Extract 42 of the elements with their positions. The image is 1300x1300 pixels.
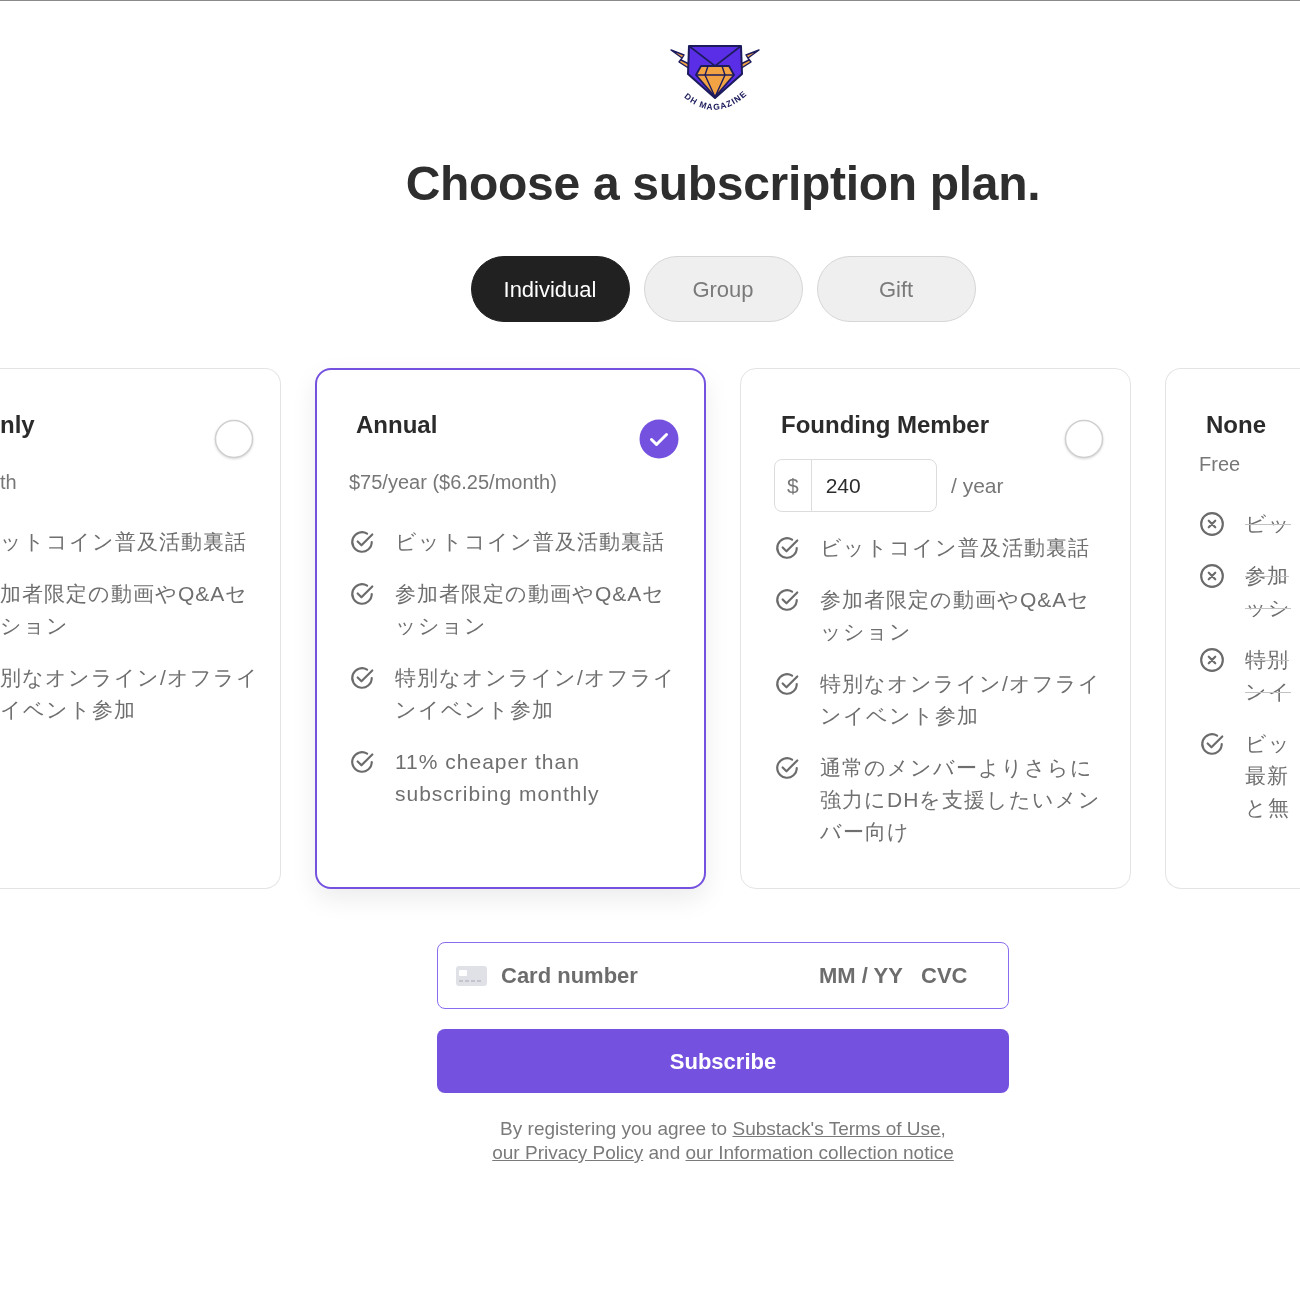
plan-type-tab[interactable]: Gift (816, 256, 976, 322)
subscribe-button[interactable]: Subscribe (437, 1029, 1009, 1093)
plan-price: $75/year ($6.25/month) (349, 470, 558, 495)
card-number-input[interactable]: Card number (501, 958, 805, 993)
plan-title: Annual (356, 410, 438, 440)
feature-text: 特別なオンライン/オフラインイベント参加 (395, 665, 677, 723)
price-period: / year (951, 472, 1004, 499)
legal-link[interactable]: Substack's Terms of Use (732, 1118, 941, 1139)
plan-radio[interactable] (1064, 419, 1104, 459)
legal-notice: By registering you agree to Substack's Terms of Use, our Privacy Policy and our Information collection notice (491, 1117, 955, 1165)
plan-card[interactable]: nly th ットコイン普及活動裏話 加者限定の動画やQ&Aセ ション 別なオンライン/オフライ イベント参加 (0, 368, 281, 889)
plan-price: Free (1199, 452, 1242, 477)
page-heading: Choose a subscription plan. (405, 156, 1041, 212)
cvc-input[interactable]: CVC (921, 958, 990, 993)
feature-text: 特別なオンライン/オフラインイベント参加 (820, 671, 1102, 729)
credit-card-icon (456, 965, 487, 986)
plan-type-tab[interactable]: Individual (470, 256, 630, 322)
feature-text: 参加者限定の動画やQ&Aセッション (820, 587, 1092, 645)
legal-link[interactable]: our Information collection notice (685, 1142, 954, 1163)
plan-card[interactable]: Founding Member $ 240 / year ビットコイン普及活動裏話 参加者限定の動画やQ&Aセッション 特別なオンライン/オフラインイベント参加 通常のメンバーよりさらに強力にDHを支援したいメンバー向け (740, 368, 1131, 889)
feature-text: 11% cheaper than subscribing monthly (395, 749, 601, 807)
plan-radio[interactable] (214, 419, 254, 459)
plan-type-tab[interactable]: Group (643, 256, 803, 322)
feature-text: ビットコイン普及活動裏話 (395, 529, 665, 555)
feature-text: ットコイン普及活動裏話 (0, 529, 247, 555)
legal-link[interactable]: our Privacy Policy (492, 1142, 644, 1163)
feature-text: 参加者限定の動画やQ&Aセッション (395, 581, 667, 639)
plan-title: Founding Member (781, 410, 989, 440)
feature-text: 加者限定の動画やQ&Aセ ション (0, 581, 249, 639)
plan-radio[interactable] (639, 419, 679, 459)
currency-prefix: $ (774, 459, 812, 512)
plan-title: None (1206, 410, 1266, 440)
plan-title: nly (0, 410, 35, 440)
expiry-input[interactable]: MM / YY (819, 958, 907, 993)
price-input[interactable]: 240 (810, 459, 937, 512)
feature-text: 別なオンライン/オフライ イベント参加 (0, 665, 259, 723)
feature-text: ビッ 最新 と無 (1245, 731, 1291, 821)
feature-text: 通常のメンバーよりさらに強力にDHを支援したいメンバー向け (820, 755, 1103, 845)
plan-card[interactable]: Annual $75/year ($6.25/month) ビットコイン普及活動裏話 参加者限定の動画やQ&Aセッション 特別なオンライン/オフラインイベント参加 11% cheaper than subscribing monthly (315, 368, 706, 889)
payment-card-field[interactable]: Card number MM / YY CVC (437, 942, 1009, 1009)
feature-text: ビットコイン普及活動裏話 (820, 535, 1090, 561)
plan-price: th (0, 470, 18, 495)
